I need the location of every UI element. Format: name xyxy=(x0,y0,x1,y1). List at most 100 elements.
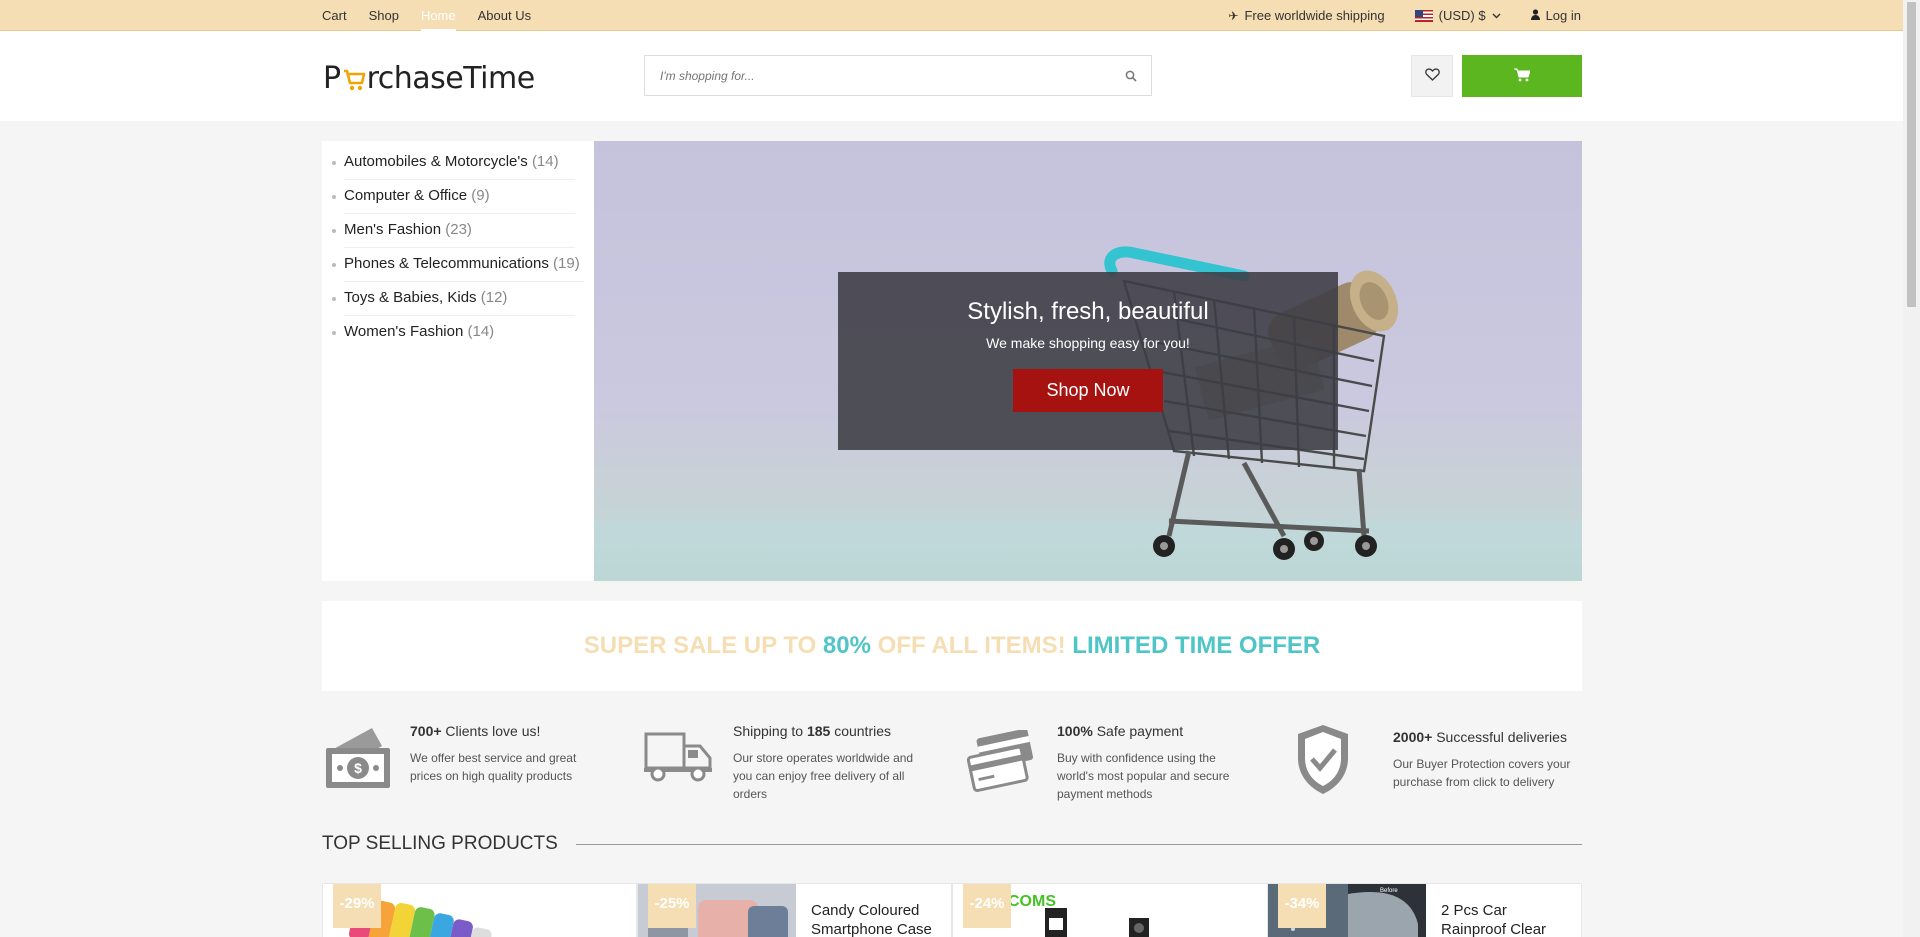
nav-home[interactable]: Home xyxy=(420,0,456,31)
currency-selector[interactable]: (USD) $ xyxy=(1414,8,1501,23)
discount-badge: -24% xyxy=(963,884,1011,928)
discount-badge: -34% xyxy=(1278,884,1326,928)
hero-floor xyxy=(594,521,1582,581)
feature-title: 2000+ Successful deliveries xyxy=(1393,729,1567,745)
shop-now-button[interactable]: Shop Now xyxy=(1013,369,1163,412)
feature-desc: We offer best service and great prices on… xyxy=(410,749,576,785)
site-logo[interactable]: P rchaseTime xyxy=(323,61,535,96)
category-count: (19) xyxy=(553,255,580,272)
hero-title: Stylish, fresh, beautiful xyxy=(967,298,1209,325)
category-name: Automobiles & Motorcycle's xyxy=(344,153,528,170)
search-icon[interactable] xyxy=(1125,69,1137,82)
category-name: Computer & Office xyxy=(344,187,468,204)
shopping-cart-icon xyxy=(1514,68,1531,85)
scrollbar-thumb[interactable] xyxy=(1907,2,1916,307)
feature-bold: 2000+ xyxy=(1393,729,1433,745)
free-shipping-text: Free worldwide shipping xyxy=(1244,8,1385,23)
feature-title: 700+ Clients love us! xyxy=(410,723,540,739)
category-list: Automobiles & Motorcycle's (14) Computer… xyxy=(322,141,594,581)
category-count: (14) xyxy=(531,153,559,170)
search-input[interactable] xyxy=(645,56,1105,95)
login-label: Log in xyxy=(1545,8,1581,23)
feature-title: Shipping to 185 countries xyxy=(733,723,891,739)
product-card[interactable]: Before -34% 2 Pcs Car Rainproof Clear xyxy=(1267,883,1582,937)
feature-desc-line: world's most popular and secure xyxy=(1057,769,1230,783)
hero-overlay: Stylish, fresh, beautiful We make shoppi… xyxy=(838,272,1338,450)
feature-desc: Our Buyer Protection covers your purchase… xyxy=(1393,755,1570,791)
category-count: (9) xyxy=(471,187,490,204)
user-icon xyxy=(1530,8,1540,23)
features-row: $ 700+ Clients love us! We offer best se… xyxy=(322,718,1582,808)
truck-icon xyxy=(644,726,714,789)
feature-bold: 185 xyxy=(806,723,831,739)
feature-bold: 100% xyxy=(1057,723,1093,739)
logo-text-start: P xyxy=(323,61,341,96)
category-name: Men's Fashion xyxy=(344,221,442,238)
product-card[interactable]: -29% xyxy=(322,883,637,937)
hero-banner: Stylish, fresh, beautiful We make shoppi… xyxy=(594,141,1582,581)
category-name: Toys & Babies, Kids xyxy=(344,289,477,306)
credit-card-icon xyxy=(966,728,1037,797)
category-count: (12) xyxy=(480,289,508,306)
top-nav: Cart Shop Home About Us xyxy=(322,0,553,31)
sale-banner: SUPER SALE UP TO 80% OFF ALL ITEMS! LIMI… xyxy=(322,601,1582,691)
feature-title-text: Safe payment xyxy=(1092,723,1184,739)
nav-cart[interactable]: Cart xyxy=(322,0,347,31)
wishlist-button[interactable] xyxy=(1411,55,1453,97)
logo-text-end: rchaseTime xyxy=(366,61,536,96)
discount-badge: -29% xyxy=(333,884,381,928)
feature-desc-line: purchase from click to delivery xyxy=(1393,775,1555,789)
feature-title-text: Clients love us! xyxy=(441,723,541,739)
feature-desc-line: payment methods xyxy=(1057,787,1153,801)
category-name: Women's Fashion xyxy=(344,323,464,340)
feature-desc-line: Buy with confidence using the xyxy=(1057,751,1216,765)
product-grid: -29% -25% Candy Coloured Smartphone Case… xyxy=(322,883,1582,937)
money-icon: $ xyxy=(322,722,392,795)
feature-title: 100% Safe payment xyxy=(1057,723,1183,739)
logo-cart-icon xyxy=(342,65,366,93)
currency-label: (USD) $ xyxy=(1438,8,1486,23)
product-name[interactable]: 2 Pcs Car Rainproof Clear xyxy=(1441,901,1571,937)
top-bar: Cart Shop Home About Us ✈ Free worldwide… xyxy=(0,0,1903,31)
feature-title-text: countries xyxy=(830,723,892,739)
feature-desc-line: Our Buyer Protection covers your xyxy=(1393,757,1571,771)
svg-text:$: $ xyxy=(354,760,362,776)
feature-desc-line: prices on high quality products xyxy=(410,769,573,783)
feature-desc-line: orders xyxy=(733,787,768,801)
top-selling-header: TOP SELLING PRODUCTS xyxy=(322,832,1582,856)
cart-button[interactable] xyxy=(1462,55,1582,97)
feature-desc: Our store operates worldwide and you can … xyxy=(733,749,913,803)
plane-icon: ✈ xyxy=(1228,8,1239,23)
shield-check-icon xyxy=(1294,722,1352,799)
product-card[interactable]: -25% Candy Coloured Smartphone Case xyxy=(637,883,952,937)
sale-text-1: SUPER SALE UP TO xyxy=(583,632,823,659)
product-card[interactable]: COMS -24% xyxy=(952,883,1268,937)
free-shipping: ✈ Free worldwide shipping xyxy=(1228,8,1384,23)
category-count: (23) xyxy=(445,221,472,238)
heart-icon xyxy=(1424,68,1440,84)
sale-percent: 80% xyxy=(822,632,871,659)
category-name: Phones & Telecommunications xyxy=(344,255,549,272)
feature-desc: Buy with confidence using the world's mos… xyxy=(1057,749,1229,803)
nav-about-us[interactable]: About Us xyxy=(478,0,531,31)
feature-desc-line: Our store operates worldwide and xyxy=(733,751,914,765)
svg-text:Before: Before xyxy=(1380,888,1398,894)
login-link[interactable]: Log in xyxy=(1530,8,1581,23)
hero-subtitle: We make shopping easy for you! xyxy=(986,335,1190,351)
section-title: TOP SELLING PRODUCTS xyxy=(322,833,558,854)
sale-limited-offer: LIMITED TIME OFFER xyxy=(1072,632,1321,659)
feature-title-pre: Shipping to xyxy=(733,723,807,739)
page-scrollbar[interactable] xyxy=(1903,0,1920,937)
nav-shop[interactable]: Shop xyxy=(369,0,399,31)
discount-badge: -25% xyxy=(648,884,696,928)
header: P rchaseTime xyxy=(0,31,1903,121)
product-name[interactable]: Candy Coloured Smartphone Case xyxy=(811,901,941,937)
feature-bold: 700+ xyxy=(410,723,442,739)
feature-title-text: Successful deliveries xyxy=(1432,729,1567,745)
section-divider xyxy=(575,843,1582,845)
feature-desc-line: We offer best service and great xyxy=(410,751,577,765)
category-count: (14) xyxy=(467,323,495,340)
top-right: ✈ Free worldwide shipping (USD) $ Log in xyxy=(1198,0,1581,31)
chevron-down-icon xyxy=(1492,11,1501,21)
search-box xyxy=(644,55,1152,96)
